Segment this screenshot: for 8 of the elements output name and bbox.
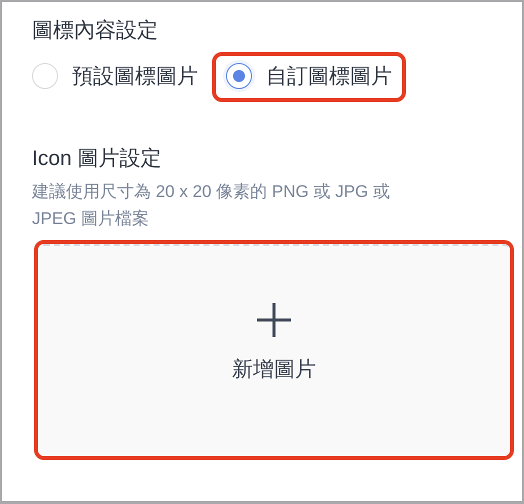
option-label: 預設圖標圖片 [72,64,198,90]
radio-button[interactable] [226,63,252,89]
option-label: 自訂圖標圖片 [266,64,392,90]
plus-icon [257,303,291,337]
section-title: 圖標內容設定 [32,18,159,44]
add-image-button[interactable]: 新增圖片 [38,244,510,456]
hint-text: 建議使用尺寸為 20 x 20 像素的 PNG 或 JPG 或 JPEG 圖片檔案 [32,181,392,230]
section-title: Icon 圖片設定 [32,146,163,172]
